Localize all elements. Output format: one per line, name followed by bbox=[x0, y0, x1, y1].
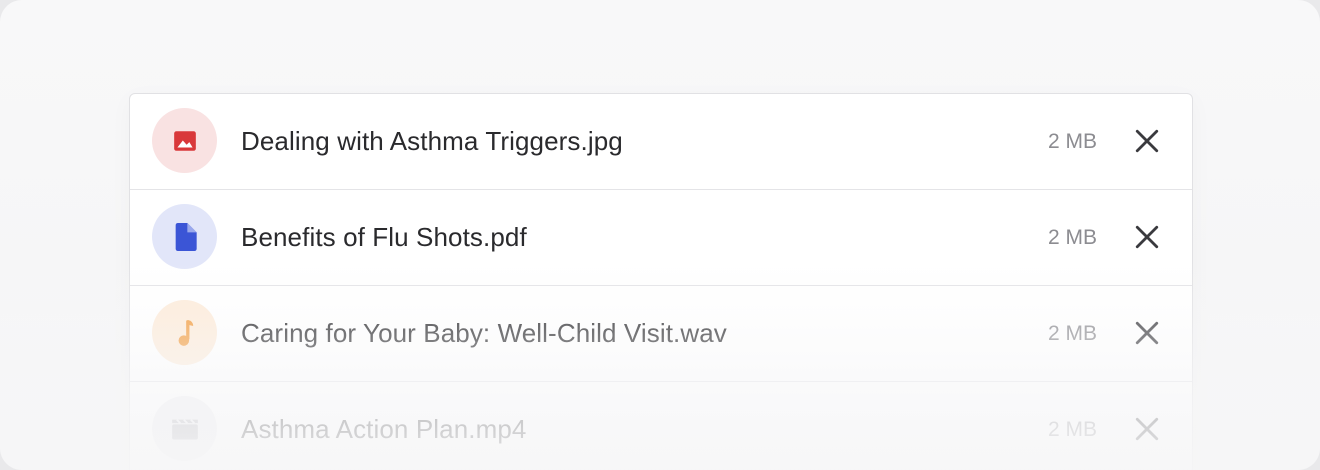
file-name: Caring for Your Baby: Well-Child Visit.w… bbox=[241, 318, 727, 348]
file-list: Dealing with Asthma Triggers.jpg 2 MB Be… bbox=[129, 93, 1193, 470]
remove-file-button[interactable] bbox=[1132, 318, 1162, 348]
music-note-icon bbox=[178, 319, 193, 346]
image-icon bbox=[173, 130, 196, 151]
remove-file-button[interactable] bbox=[1132, 222, 1162, 252]
file-name: Dealing with Asthma Triggers.jpg bbox=[241, 126, 623, 156]
close-icon bbox=[1135, 417, 1159, 441]
remove-file-button[interactable] bbox=[1132, 414, 1162, 444]
file-row: Caring for Your Baby: Well-Child Visit.w… bbox=[130, 286, 1192, 382]
document-icon bbox=[175, 222, 197, 251]
file-type-badge bbox=[152, 396, 217, 461]
file-row: Dealing with Asthma Triggers.jpg 2 MB bbox=[130, 94, 1192, 190]
file-type-badge bbox=[152, 108, 217, 173]
file-size: 2 MB bbox=[1047, 226, 1097, 249]
file-row: Benefits of Flu Shots.pdf 2 MB bbox=[130, 190, 1192, 286]
close-icon bbox=[1135, 225, 1159, 249]
close-icon bbox=[1135, 129, 1159, 153]
file-row: Asthma Action Plan.mp4 2 MB bbox=[130, 382, 1192, 470]
file-size: 2 MB bbox=[1047, 418, 1097, 441]
upload-panel-background: Dealing with Asthma Triggers.jpg 2 MB Be… bbox=[0, 0, 1320, 470]
file-name: Benefits of Flu Shots.pdf bbox=[241, 222, 527, 252]
file-size: 2 MB bbox=[1047, 130, 1097, 153]
file-type-badge bbox=[152, 300, 217, 365]
remove-file-button[interactable] bbox=[1132, 126, 1162, 156]
video-icon bbox=[171, 418, 198, 439]
file-size: 2 MB bbox=[1047, 322, 1097, 345]
file-name: Asthma Action Plan.mp4 bbox=[241, 414, 527, 444]
file-type-badge bbox=[152, 204, 217, 269]
close-icon bbox=[1135, 321, 1159, 345]
